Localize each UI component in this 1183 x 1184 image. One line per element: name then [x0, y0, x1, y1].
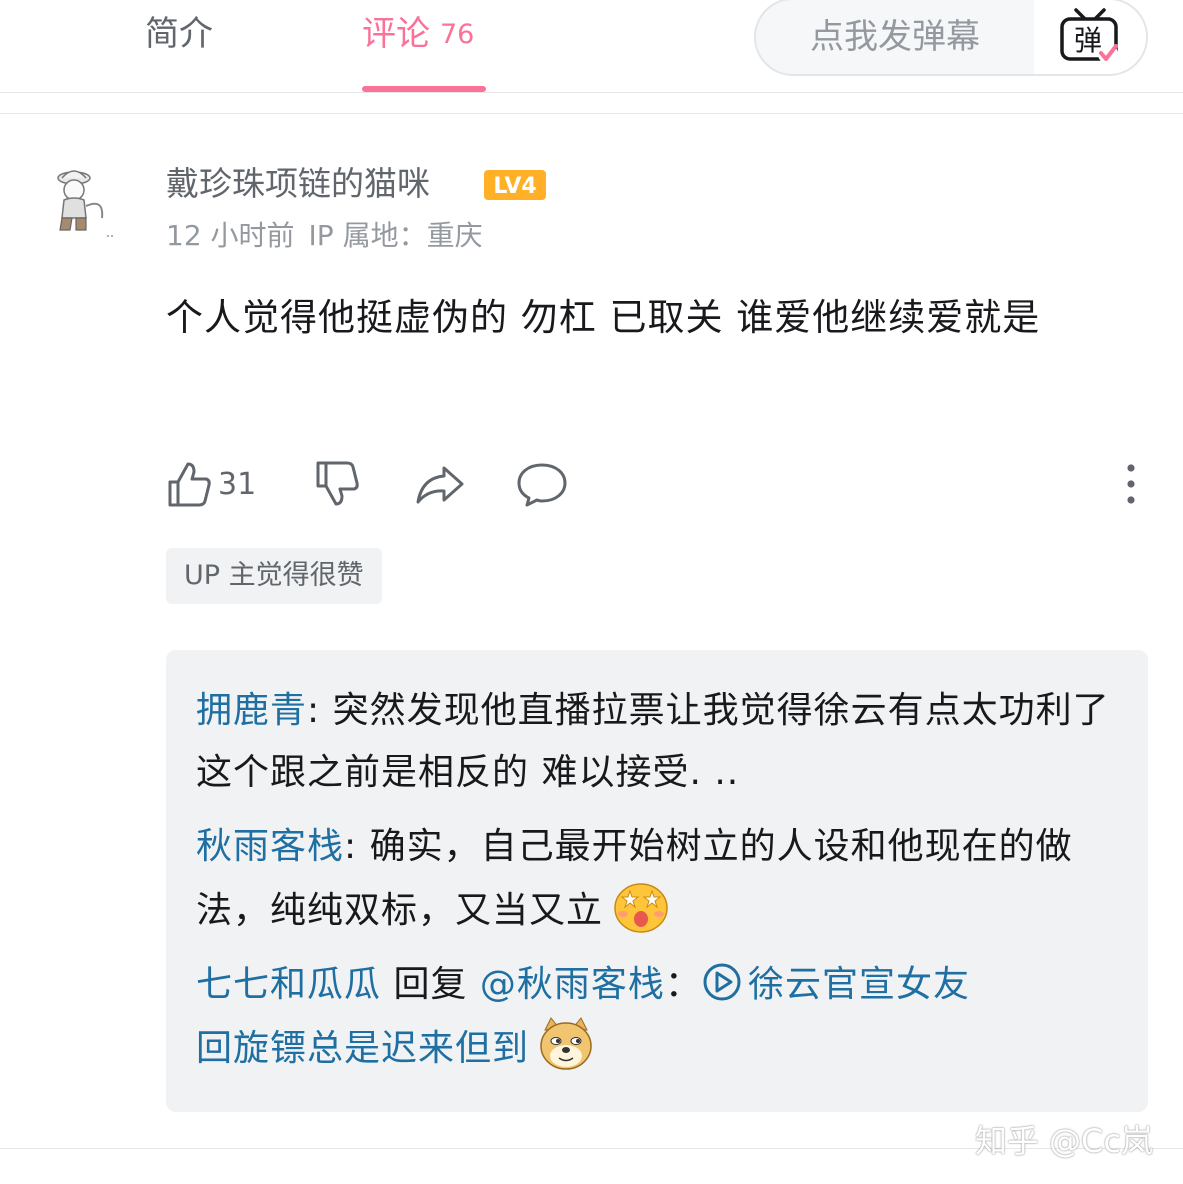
- reply-text: 突然发现他直播拉票让我觉得徐云有点太功利了 这个跟之前是相反的 难以接受. ..: [196, 690, 1110, 793]
- like-button[interactable]: 31: [166, 456, 256, 512]
- danmaku-toggle-icon: 弹: [1060, 8, 1118, 64]
- dislike-button[interactable]: [314, 456, 360, 512]
- tab-comments-label: 评论: [362, 14, 430, 54]
- share-icon: [416, 466, 464, 504]
- watermark: 知乎 @Cc岚: [974, 1122, 1153, 1160]
- reply-username[interactable]: 秋雨客栈: [196, 826, 344, 867]
- reply-word: 回复: [381, 964, 480, 1005]
- reply-button[interactable]: [516, 456, 568, 512]
- play-circle-icon: [703, 963, 741, 1001]
- tab-comments[interactable]: 评论 76: [362, 14, 474, 55]
- thumbs-down-icon: [316, 461, 359, 506]
- video-link[interactable]: 徐云官宣女友: [702, 963, 970, 1005]
- danmaku-toggle-button[interactable]: 弹: [1034, 0, 1146, 74]
- danmaku-input[interactable]: 点我发弹幕: [756, 0, 1034, 74]
- share-button[interactable]: [414, 456, 466, 512]
- level-badge: LV4: [484, 170, 546, 200]
- like-count: 31: [218, 466, 257, 502]
- cat-avatar-icon: [57, 170, 113, 237]
- avatar[interactable]: [46, 166, 118, 242]
- more-options-button[interactable]: [1116, 456, 1146, 512]
- tab-bar: 简介 评论 76 点我发弹幕 弹: [0, 0, 1183, 93]
- reply-item[interactable]: 秋雨客栈: 确实，自己最开始树立的人设和他现在的做法，纯纯双标，又当又立: [196, 816, 1118, 942]
- svg-text:弹: 弹: [1074, 24, 1102, 57]
- more-vertical-icon: [1127, 464, 1135, 504]
- reply-item[interactable]: 拥鹿青: 突然发现他直播拉票让我觉得徐云有点太功利了 这个跟之前是相反的 难以接…: [196, 680, 1118, 804]
- reply-username[interactable]: 七七和瓜瓜: [196, 964, 381, 1005]
- reply-username[interactable]: 拥鹿青: [196, 690, 307, 731]
- comment-meta: 12 小时前 IP 属地：重庆: [166, 216, 497, 256]
- section-divider: [0, 93, 1183, 114]
- comment-actions: 31: [166, 456, 1146, 512]
- reply-item[interactable]: 七七和瓜瓜 回复 @秋雨客栈： 徐云官宣女友回旋镖总是迟来但到: [196, 954, 1118, 1080]
- up-liked-tag: UP 主觉得很赞: [166, 548, 382, 604]
- comment-username[interactable]: 戴珍珠项链的猫咪: [166, 162, 430, 206]
- tab-intro[interactable]: 简介: [145, 14, 213, 54]
- comment-count: 76: [440, 19, 475, 50]
- comment-text: 个人觉得他挺虚伪的 勿杠 已取关 谁爱他继续爱就是: [166, 296, 1041, 339]
- reply-separator: ：: [664, 964, 702, 1005]
- svg-text:LV4: LV4: [493, 174, 536, 199]
- comment-time: 12 小时前: [166, 219, 295, 252]
- reply-preview-box[interactable]: 拥鹿青: 突然发现他直播拉票让我觉得徐云有点太功利了 这个跟之前是相反的 难以接…: [166, 650, 1148, 1112]
- danmaku-bar: 点我发弹幕 弹: [754, 0, 1148, 76]
- doge-emoji-icon: [540, 1017, 592, 1070]
- video-link-text: 徐云官宣女友: [747, 964, 970, 1005]
- comment-bubble-icon: [517, 463, 567, 507]
- reply-separator: :: [307, 690, 333, 731]
- ip-location: IP 属地：重庆: [308, 219, 483, 252]
- starry-eyes-emoji-icon: [614, 883, 668, 933]
- reply-separator: :: [344, 826, 370, 867]
- thumbs-up-icon: [168, 462, 211, 507]
- reply-mention[interactable]: @秋雨客栈: [480, 964, 665, 1005]
- active-tab-indicator: [362, 86, 486, 92]
- reply-text: 回旋镖总是迟来但到: [196, 1028, 530, 1069]
